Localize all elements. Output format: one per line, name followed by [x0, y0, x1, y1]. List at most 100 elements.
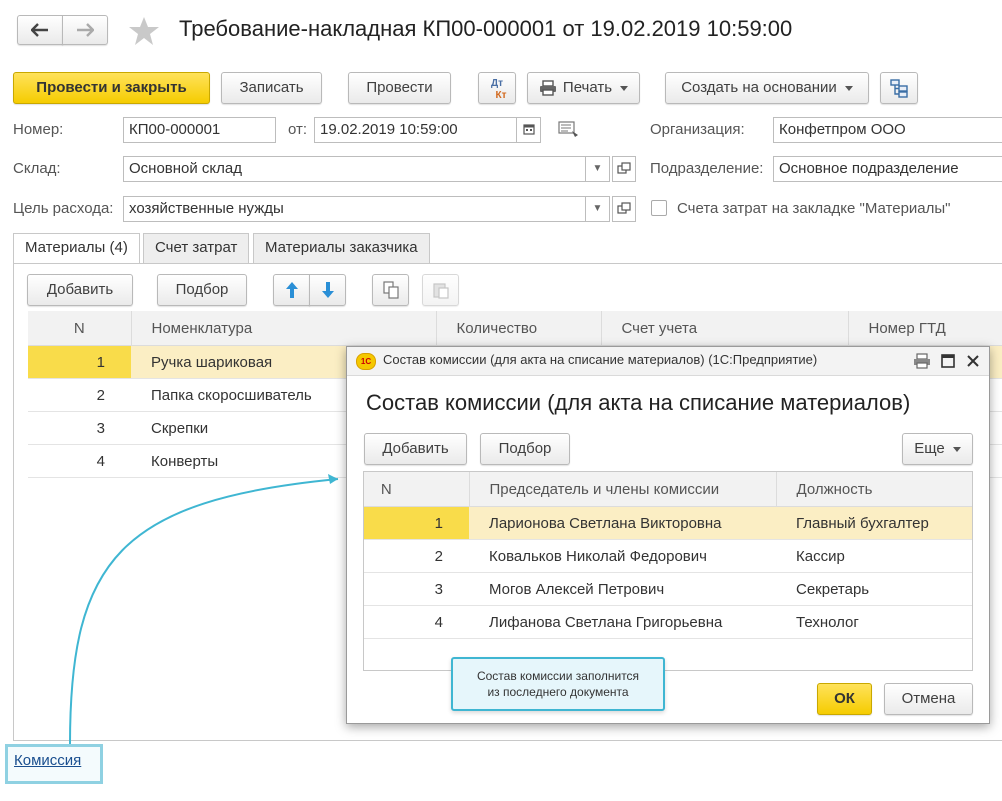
commission-table: N Председатель и члены комиссии Должност…	[364, 472, 972, 639]
warehouse-field[interactable]: Основной склад	[123, 156, 586, 182]
commission-link[interactable]: Комиссия	[14, 752, 81, 769]
row-number: 2	[364, 539, 469, 573]
row-position: Технолог	[776, 605, 972, 639]
purpose-open-button[interactable]	[612, 196, 636, 222]
print-window-icon[interactable]	[913, 353, 931, 369]
row-number: 1	[28, 345, 131, 379]
close-icon[interactable]	[966, 354, 980, 368]
purpose-dropdown[interactable]: ▼	[586, 196, 610, 222]
chevron-down-icon	[620, 85, 629, 91]
organization-label: Организация:	[650, 121, 745, 138]
open-form-icon	[617, 202, 631, 214]
printer-icon	[539, 80, 556, 96]
tab-materials[interactable]: Материалы (4)	[13, 233, 140, 264]
column-header-member[interactable]: Председатель и члены комиссии	[469, 472, 777, 507]
arrow-up-icon	[285, 282, 298, 299]
warehouse-dropdown[interactable]: ▼	[586, 156, 610, 182]
post-button[interactable]: Провести	[348, 72, 451, 104]
row-number: 4	[364, 605, 469, 639]
comment-icon[interactable]	[558, 121, 580, 139]
tab-cost-account[interactable]: Счет затрат	[143, 233, 250, 263]
arrow-left-icon	[30, 23, 48, 37]
column-header-customs-number[interactable]: Номер ГТД	[848, 311, 1002, 346]
arrow-down-icon	[321, 282, 334, 299]
column-header-quantity[interactable]: Количество	[436, 311, 602, 346]
row-number: 3	[364, 572, 469, 606]
purpose-field[interactable]: хозяйственные нужды	[123, 196, 586, 222]
autofill-tooltip: Состав комиссии заполнится из последнего…	[451, 657, 665, 711]
column-header-position[interactable]: Должность	[776, 472, 972, 507]
table-row[interactable]: 2 Ковальков Николай Федорович Кассир	[364, 539, 972, 573]
number-label: Номер:	[13, 121, 64, 138]
warehouse-label: Склад:	[13, 160, 61, 177]
structure-button[interactable]	[880, 72, 918, 104]
division-label: Подразделение:	[650, 160, 764, 177]
maximize-icon[interactable]	[941, 354, 955, 368]
tab-customer-materials[interactable]: Материалы заказчика	[253, 233, 430, 263]
post-and-close-button[interactable]: Провести и закрыть	[13, 72, 210, 104]
page-title: Требование-накладная КП00-000001 от 19.0…	[179, 16, 793, 41]
division-field[interactable]: Основное подразделение	[773, 156, 1002, 182]
open-form-icon	[617, 162, 631, 174]
column-header-nomenclature[interactable]: Номенклатура	[131, 311, 437, 346]
calendar-button[interactable]	[517, 117, 541, 143]
date-field[interactable]: 19.02.2019 10:59:00	[314, 117, 517, 143]
chevron-down-icon	[952, 446, 961, 452]
chevron-down-icon	[844, 85, 853, 91]
column-header-n[interactable]: N	[28, 311, 132, 346]
dialog-pick-button[interactable]: Подбор	[480, 433, 570, 465]
dialog-heading: Состав комиссии (для акта на списание ма…	[366, 390, 911, 415]
move-up-button[interactable]	[273, 274, 310, 306]
cost-accounts-checkbox[interactable]	[651, 200, 667, 216]
row-member: Лифанова Светлана Григорьевна	[469, 605, 776, 639]
table-header: N Номенклатура Количество Счет учета Ном…	[28, 311, 1002, 346]
organization-field[interactable]: Конфетпром ООО	[773, 117, 1002, 143]
row-position: Секретарь	[776, 572, 972, 606]
purpose-label: Цель расхода:	[13, 200, 114, 217]
dialog-add-button[interactable]: Добавить	[364, 433, 467, 465]
column-header-account[interactable]: Счет учета	[601, 311, 849, 346]
row-member: Ларионова Светлана Викторовна	[469, 506, 776, 540]
materials-pick-button[interactable]: Подбор	[157, 274, 247, 306]
cancel-button[interactable]: Отмена	[884, 683, 973, 715]
star-icon[interactable]	[128, 16, 160, 46]
row-number: 4	[28, 444, 131, 478]
date-label: от:	[288, 121, 308, 138]
table-header: N Председатель и члены комиссии Должност…	[364, 472, 972, 507]
print-button[interactable]: Печать	[527, 72, 640, 104]
row-member: Ковальков Николай Федорович	[469, 539, 776, 573]
dt-kt-icon: Дт Кт	[490, 78, 507, 101]
hierarchy-icon	[890, 79, 908, 98]
dialog-window-title: Состав комиссии (для акта на списание ма…	[383, 352, 818, 367]
row-position: Кассир	[776, 539, 972, 573]
materials-add-button[interactable]: Добавить	[27, 274, 133, 306]
paste-icon	[432, 283, 449, 299]
dt-kt-button[interactable]: Дт Кт	[478, 72, 516, 104]
ok-button[interactable]: ОК	[817, 683, 872, 715]
warehouse-open-button[interactable]	[612, 156, 636, 182]
row-member: Могов Алексей Петрович	[469, 572, 776, 606]
arrow-right-icon	[77, 23, 95, 37]
row-number: 3	[28, 411, 131, 445]
copy-button[interactable]	[372, 274, 409, 306]
column-header-n[interactable]: N	[364, 472, 470, 507]
paste-button[interactable]	[422, 274, 459, 306]
dialog-more-button[interactable]: Еще	[902, 433, 973, 465]
back-button[interactable]	[17, 15, 63, 45]
row-number: 1	[364, 506, 469, 540]
dialog-titlebar: 1С Состав комиссии (для акта на списание…	[347, 347, 989, 376]
save-button[interactable]: Записать	[221, 72, 322, 104]
copy-icon	[382, 281, 399, 299]
calendar-icon	[522, 124, 535, 135]
commission-dialog: 1С Состав комиссии (для акта на списание…	[346, 346, 990, 724]
number-field[interactable]: КП00-000001	[123, 117, 276, 143]
cost-accounts-checkbox-label: Счета затрат на закладке "Материалы"	[677, 200, 951, 217]
row-number: 2	[28, 378, 131, 412]
forward-button[interactable]	[62, 15, 108, 45]
table-row[interactable]: 4 Лифанова Светлана Григорьевна Технолог	[364, 605, 972, 639]
table-row[interactable]: 3 Могов Алексей Петрович Секретарь	[364, 572, 972, 606]
create-based-on-button[interactable]: Создать на основании	[665, 72, 869, 104]
row-position: Главный бухгалтер	[776, 506, 972, 540]
table-row[interactable]: 1 Ларионова Светлана Викторовна Главный …	[364, 506, 972, 540]
move-down-button[interactable]	[309, 274, 346, 306]
